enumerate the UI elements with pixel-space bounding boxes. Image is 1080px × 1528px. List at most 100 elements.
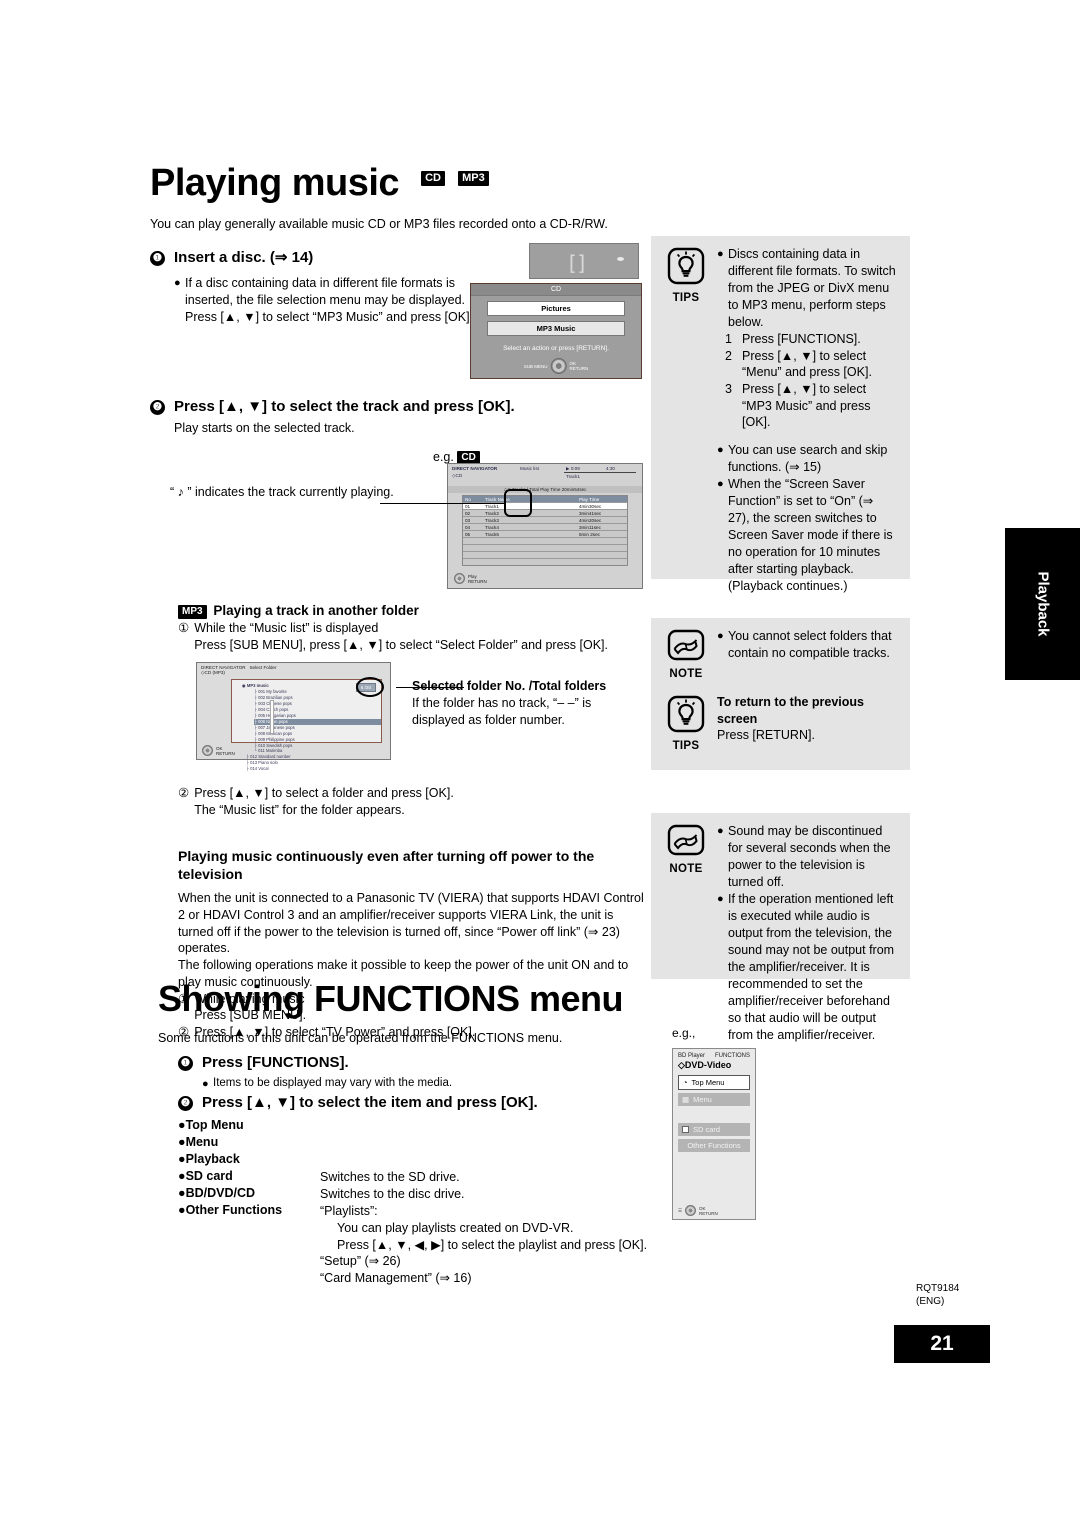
tips-icon-col-1: TIPS bbox=[663, 246, 709, 595]
fm-item-menu-label: Menu bbox=[693, 1095, 712, 1104]
page-title: Playing music CD MP3 bbox=[150, 150, 648, 202]
section2-lead: Some functions of this unit can be opera… bbox=[158, 1030, 563, 1045]
continuous-paragraph: When the unit is connected to a Panasoni… bbox=[178, 891, 644, 956]
list-item[interactable]: ├ 014 Vocal bbox=[246, 766, 381, 772]
front-panel-display: [] bbox=[529, 243, 639, 279]
manual-page: Playback Playing music CD MP3 You can pl… bbox=[0, 0, 1080, 1528]
fm-item-sd-card[interactable]: SD card bbox=[678, 1123, 750, 1136]
footer-lang-text: (ENG) bbox=[916, 1295, 945, 1307]
functions-item-row: ●Top Menu ●Menu ●Playback ●SD card ●BD/D… bbox=[178, 1117, 648, 1287]
music-list-header: DIRECT NAVIGATOR ◇CD Music list ▶ 0:09 4… bbox=[448, 464, 642, 486]
fm-item-top-menu-label: Top Menu bbox=[691, 1078, 725, 1087]
step-select-item: ❷ Press [▲, ▼] to select the item and pr… bbox=[178, 1094, 648, 1112]
fs-title-label: Select Folder bbox=[249, 665, 277, 670]
badge-mp3: MP3 bbox=[458, 171, 489, 186]
bullet-dot-n1: ● bbox=[717, 630, 724, 642]
tips1-step-1-n: 2 bbox=[725, 348, 732, 363]
tips-label-2: TIPS bbox=[672, 740, 700, 752]
cd-menu-header: CD bbox=[471, 284, 641, 296]
other-functions-tail-1: “Card Management” (⇒ 16) bbox=[320, 1271, 472, 1286]
cd-menu-item-pictures[interactable]: Pictures bbox=[487, 301, 625, 316]
tips-text-2: To return to the previous screen Press [… bbox=[717, 694, 898, 752]
table-row-empty bbox=[463, 537, 627, 544]
select-folder-mockup: DIRECT NAVIGATOR Select Folder ◇CD (MP3)… bbox=[196, 662, 391, 771]
step1-bullet-text: If a disc containing data in different f… bbox=[185, 275, 474, 324]
other-functions-line-1: Press [▲, ▼, ◀, ▶] to select the playlis… bbox=[337, 1237, 648, 1252]
cd-selection-menu-mockup: CD Pictures MP3 Music Select an action o… bbox=[470, 283, 642, 379]
bullet-dot-n2: ● bbox=[717, 825, 724, 837]
step-number-1: ❶ bbox=[150, 250, 165, 266]
bullet-dot-t2: ● bbox=[717, 443, 724, 456]
fm-item-other-functions[interactable]: Other Functions bbox=[678, 1139, 750, 1152]
step-select-item-title: Press [▲, ▼] to select the item and pres… bbox=[202, 1094, 538, 1112]
tips2-heading: To return to the previous screen bbox=[717, 695, 864, 726]
circled-number-2: ② bbox=[178, 786, 190, 800]
mp3-folder-subsection: MP3 Playing a track in another folder ① … bbox=[178, 603, 648, 653]
leader-line-now-playing bbox=[380, 503, 504, 504]
ml-row-3-time: 3min11sec bbox=[579, 524, 601, 530]
mp3-folder-step1-line2: Press [SUB MENU], press [▲, ▼] to select… bbox=[194, 637, 608, 652]
tips1-step-1: 2 Press [▲, ▼] to select “Menu” and pres… bbox=[725, 348, 898, 381]
table-row[interactable]: 04 Track4 3min11sec bbox=[463, 523, 627, 530]
folder-number-callout: Selected folder No. /Total folders If th… bbox=[412, 678, 622, 728]
tips-panel-1: TIPS ● Discs containing data in differen… bbox=[651, 236, 910, 593]
fs-keyguide: OK RETURN bbox=[202, 745, 235, 756]
step2-number-1: ❶ bbox=[178, 1055, 193, 1071]
step-press-functions-title: Press [FUNCTIONS]. bbox=[202, 1053, 349, 1071]
step2-number-2: ❷ bbox=[178, 1096, 193, 1112]
tips1-step-0-n: 1 bbox=[725, 332, 732, 346]
fm-item-menu[interactable]: ▦ Menu bbox=[678, 1093, 750, 1106]
tips1-bullet-2: ● You can use search and skip functions.… bbox=[717, 442, 898, 476]
dpad-icon bbox=[550, 358, 567, 374]
open-book-icon bbox=[667, 824, 705, 856]
ml-row-2-no: 03 bbox=[465, 517, 471, 523]
fs-key-return: RETURN bbox=[216, 750, 235, 756]
fm-header-left: BD Player bbox=[678, 1053, 706, 1059]
display-led-icon bbox=[617, 257, 624, 261]
fm-spacer bbox=[673, 1109, 755, 1123]
lightbulb-icon bbox=[667, 695, 705, 733]
fs-scrollbar[interactable] bbox=[270, 700, 274, 734]
ml-row-1-no: 02 bbox=[465, 510, 471, 516]
side-tab-label: Playback bbox=[1034, 571, 1051, 637]
ml-col-name: Track Name bbox=[485, 496, 510, 502]
continuous-heading: Playing music continuously even after tu… bbox=[178, 848, 595, 882]
tips1-bullet-0: ● Discs containing data in different fil… bbox=[717, 246, 898, 331]
step-press-functions: ❶ Press [FUNCTIONS]. bbox=[178, 1054, 648, 1072]
fs-folder-list: ◉ MP3 music ├ 001 My favorite ├ 002 Braz… bbox=[232, 680, 381, 772]
fs-source-label: CD (MP3) bbox=[204, 670, 225, 675]
functions-item-label-4: ●BD/DVD/CD bbox=[178, 1185, 256, 1200]
tips2-body: Press [RETURN]. bbox=[717, 728, 815, 743]
step1-bullet: ● If a disc containing data in different… bbox=[174, 275, 489, 326]
ml-row-1-name: Track2 bbox=[485, 510, 499, 516]
note1-bullet-0-text: You cannot select folders that contain n… bbox=[728, 629, 892, 660]
leader-line-folder-badge bbox=[396, 687, 464, 688]
mp3-folder-heading: Playing a track in another folder bbox=[213, 603, 419, 618]
folder-callout-body: If the folder has no track, “– –” is dis… bbox=[412, 695, 592, 727]
functions-item-label-0: ●Top Menu bbox=[178, 1118, 244, 1133]
disc-icon: ◔ bbox=[683, 1078, 688, 1087]
fm-item-top-menu[interactable]: ◔ Top Menu bbox=[678, 1075, 750, 1090]
ml-title-label: Music list bbox=[520, 466, 539, 471]
note2-bullet-1: ● If the operation mentioned left is exe… bbox=[717, 891, 898, 1044]
table-row[interactable]: 03 Track3 4min20sec bbox=[463, 516, 627, 523]
ml-row-3-no: 04 bbox=[465, 524, 471, 530]
ml-row-2-time: 4min20sec bbox=[579, 517, 602, 523]
functions-item-label-3: ●SD card bbox=[178, 1168, 233, 1183]
eg-label-functions: e.g., bbox=[672, 1026, 696, 1040]
note-icon-col-2: NOTE bbox=[663, 823, 709, 1044]
step-select-track-title: Press [▲, ▼] to select the track and pre… bbox=[174, 397, 515, 415]
footer-document-code: RQT9184 (ENG) bbox=[916, 1283, 959, 1308]
table-row[interactable]: 02 Track2 3min41sec bbox=[463, 509, 627, 516]
cd-menu-keyguide: SUB MENU OK RETURN bbox=[524, 358, 588, 374]
lightbulb-icon bbox=[667, 247, 705, 285]
table-row[interactable]: 05 Track5 5min 2sec bbox=[463, 530, 627, 537]
fm-item-sd-card-label: SD card bbox=[693, 1125, 721, 1134]
cd-menu-item-mp3music[interactable]: MP3 Music bbox=[487, 321, 625, 336]
functions-item-label-5: ●Other Functions bbox=[178, 1202, 283, 1217]
ml-keyguide: Play RETURN bbox=[454, 573, 487, 584]
functions-item-descs: Switches to the SD drive. Switches to th… bbox=[320, 1117, 647, 1287]
fm-header-right: FUNCTIONS bbox=[715, 1053, 750, 1059]
ml-row-4-name: Track5 bbox=[485, 531, 499, 537]
ml-now-track: Track1 bbox=[566, 474, 580, 479]
